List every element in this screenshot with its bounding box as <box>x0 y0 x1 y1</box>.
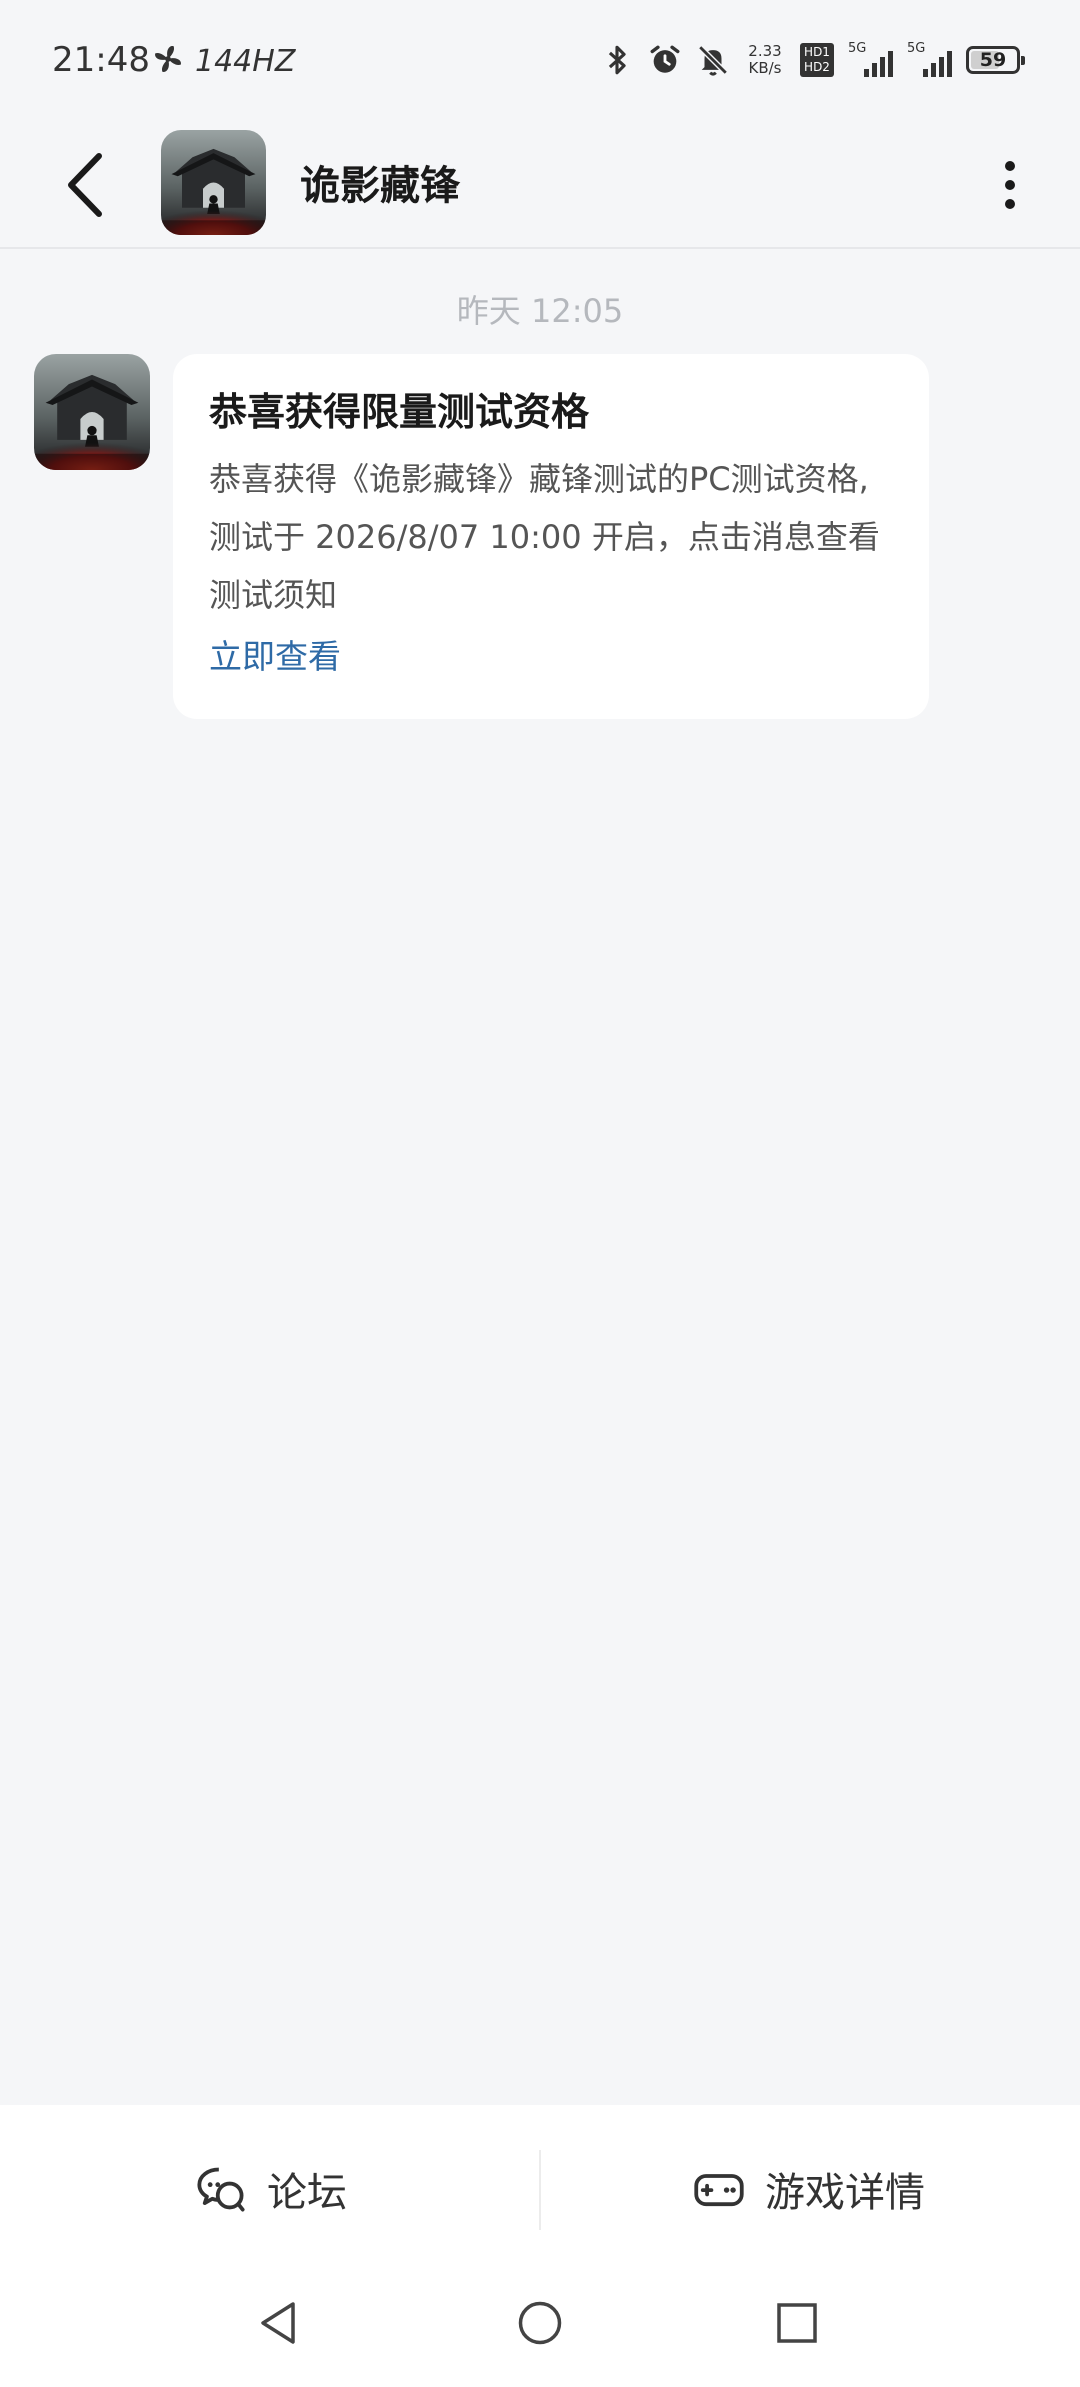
hd-badge: HD1 HD2 <box>800 43 834 77</box>
message-title: 恭喜获得限量测试资格 <box>209 390 590 434</box>
network-rate-unit: KB/s <box>748 59 782 77</box>
network-rate-value: 2.33 <box>748 42 782 60</box>
message-timestamp: 昨天 12:05 <box>456 292 624 330</box>
bottom-tab-bar: 论坛 游戏详情 <box>0 2105 1080 2273</box>
status-bar: 21:48 144HZ 2.33 KB/s HD1 HD2 5G 5G 59 <box>0 0 1080 125</box>
tab-game-details[interactable]: 游戏详情 <box>693 2105 925 2273</box>
tab-game-details-label: 游戏详情 <box>765 2170 925 2216</box>
back-arrow-icon <box>68 153 102 217</box>
sim2-label: 5G <box>907 41 926 56</box>
tab-forum-label: 论坛 <box>267 2170 347 2216</box>
fan-icon <box>155 46 181 72</box>
system-nav-bar <box>0 2273 1080 2387</box>
chat-header: 诡影藏锋 <box>0 125 1080 249</box>
signal-icon: 5G <box>848 41 893 77</box>
nav-back-icon <box>261 2302 295 2344</box>
message-body: 恭喜获得《诡影藏锋》藏锋测试的PC测试资格,测试于 2026/8/07 10:0… <box>209 460 880 614</box>
nav-home-icon <box>518 2301 562 2345</box>
nav-back-button[interactable] <box>248 2293 308 2353</box>
nav-recents-icon <box>777 2303 817 2343</box>
view-now-link[interactable]: 立即查看 <box>209 632 341 682</box>
bluetooth-icon <box>608 45 626 75</box>
alarm-icon <box>650 45 680 73</box>
tab-divider <box>539 2150 541 2230</box>
nav-recents-button[interactable] <box>767 2293 827 2353</box>
status-time: 21:48 <box>52 40 150 80</box>
forum-chat-icon <box>197 2167 245 2212</box>
network-rate: 2.33 KB/s <box>744 43 786 77</box>
signal-icon: 5G <box>907 41 952 77</box>
mute-bell-icon <box>698 45 728 76</box>
tab-forum[interactable]: 论坛 <box>195 2105 347 2273</box>
battery-level: 59 <box>979 49 1007 71</box>
refresh-rate: 144HZ <box>195 44 296 79</box>
battery-icon: 59 <box>966 46 1025 74</box>
sim1-label: 5G <box>848 41 867 56</box>
nav-home-button[interactable] <box>510 2293 570 2353</box>
gamepad-icon <box>694 2174 744 2207</box>
back-button[interactable] <box>50 145 120 225</box>
more-button[interactable] <box>980 145 1040 225</box>
game-art-image <box>34 354 150 470</box>
message-card[interactable]: 恭喜获得限量测试资格 恭喜获得《诡影藏锋》藏锋测试的PC测试资格,测试于 202… <box>173 354 929 719</box>
page-title: 诡影藏锋 <box>300 163 460 209</box>
sender-avatar[interactable] <box>34 354 150 470</box>
more-vertical-icon <box>1005 161 1015 171</box>
game-avatar[interactable] <box>161 130 266 235</box>
status-icons: 2.33 KB/s HD1 HD2 5G 5G 59 <box>600 38 1025 82</box>
game-art-image <box>161 130 266 235</box>
